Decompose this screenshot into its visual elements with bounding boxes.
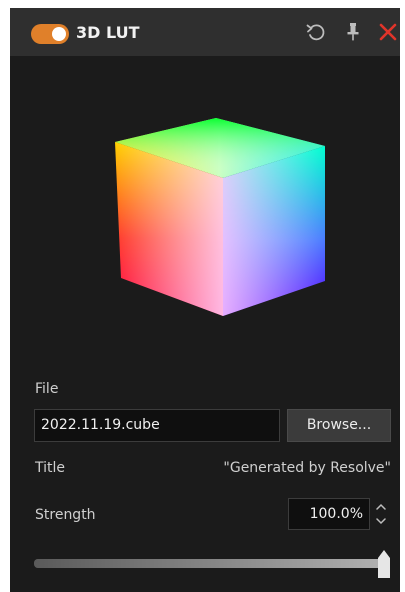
- panel-header: 3D LUT: [10, 8, 400, 56]
- close-icon[interactable]: [377, 21, 399, 43]
- title-label: Title: [35, 460, 66, 476]
- browse-button[interactable]: Browse...: [287, 409, 391, 442]
- enable-toggle[interactable]: [31, 24, 69, 44]
- strength-slider-track[interactable]: [34, 559, 384, 568]
- title-value: "Generated by Resolve": [223, 460, 391, 476]
- chevron-up-icon: [376, 503, 386, 510]
- lut-preview-cube: [105, 116, 325, 316]
- pin-icon[interactable]: [342, 21, 364, 43]
- strength-slider-thumb[interactable]: [375, 549, 393, 579]
- panel-title: 3D LUT: [76, 23, 140, 42]
- file-path-field[interactable]: 2022.11.19.cube: [34, 409, 280, 442]
- reset-icon[interactable]: [305, 21, 327, 43]
- chevron-down-icon: [376, 518, 386, 525]
- strength-label: Strength: [35, 507, 96, 523]
- strength-slider-fill: [34, 559, 384, 568]
- file-label: File: [35, 381, 59, 397]
- lut-panel: 3D LUT File 2022.11.19.cube Browse... Ti…: [10, 8, 400, 592]
- strength-input[interactable]: 100.0%: [288, 498, 370, 530]
- toggle-knob: [52, 27, 66, 41]
- strength-stepper[interactable]: [373, 498, 389, 530]
